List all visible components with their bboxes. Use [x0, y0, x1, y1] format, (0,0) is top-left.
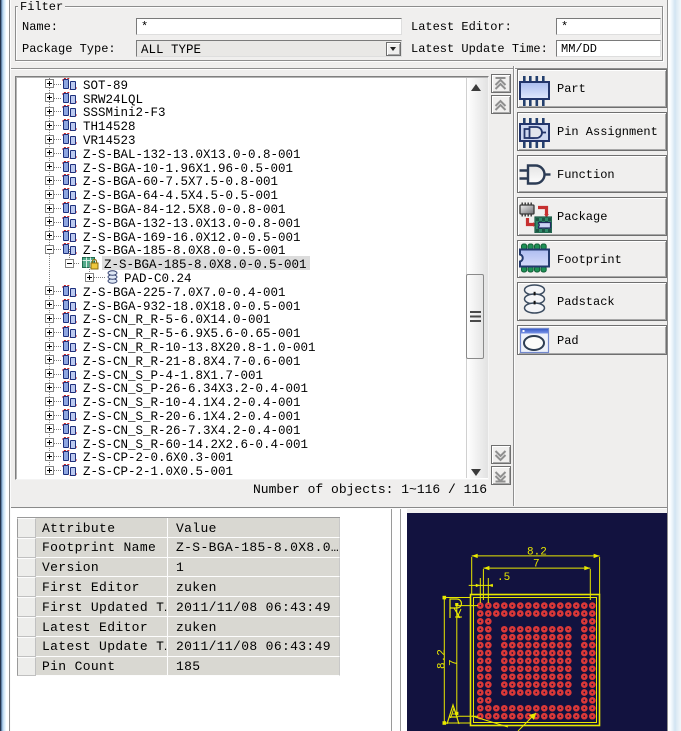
- svg-text:8.2: 8.2: [527, 547, 547, 559]
- svg-text:7: 7: [533, 559, 540, 571]
- svg-text:.5: .5: [497, 572, 510, 584]
- svg-text:7: 7: [449, 659, 461, 666]
- svg-text:8.2: 8.2: [437, 649, 449, 669]
